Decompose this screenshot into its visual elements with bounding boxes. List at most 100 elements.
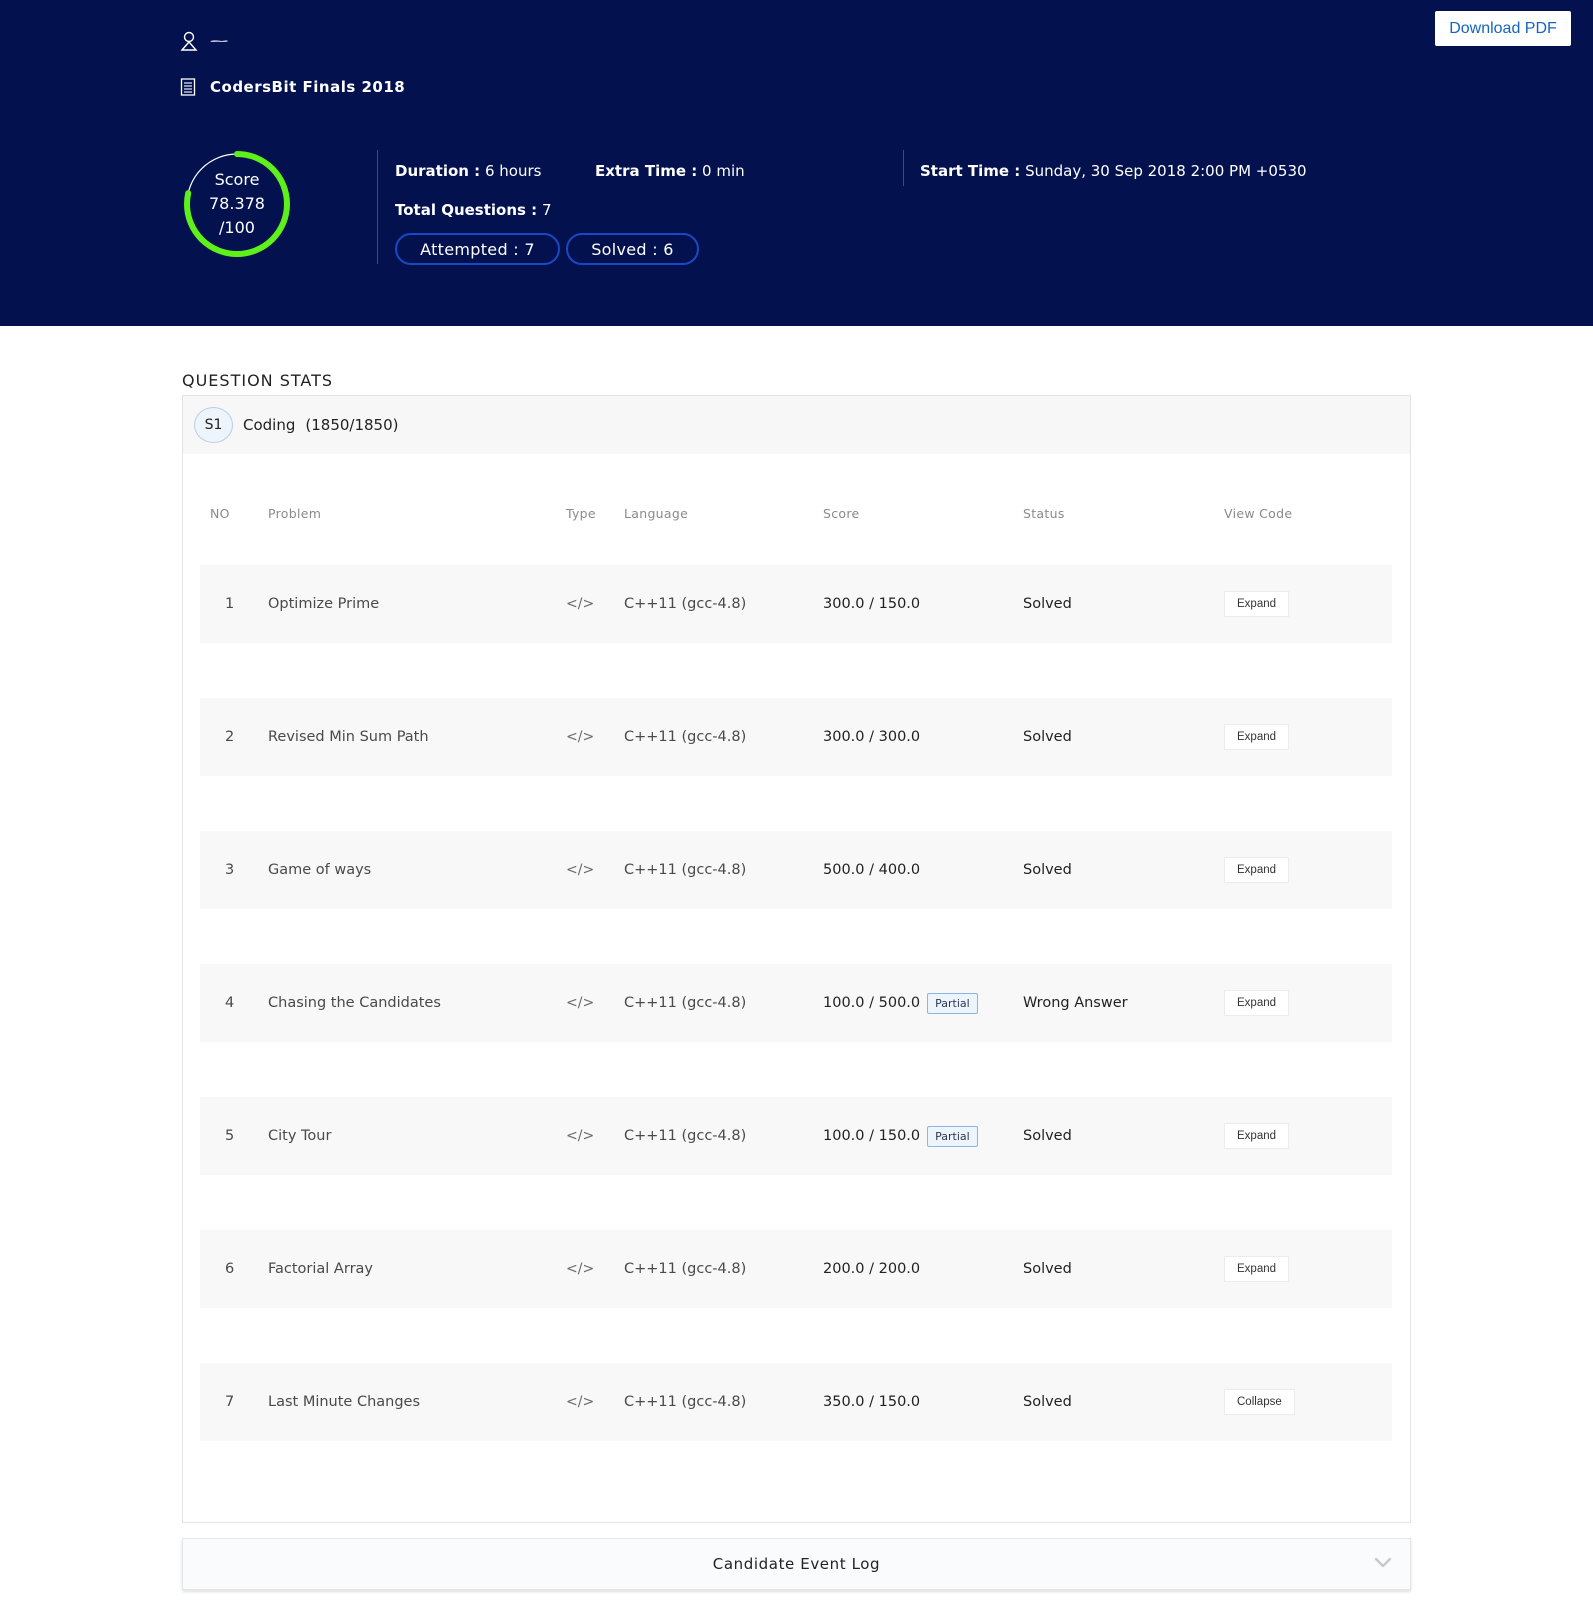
- score-cell: 300.0 / 300.0: [823, 698, 920, 776]
- score-value: 300.0 / 150.0: [823, 596, 921, 612]
- extra-time-label: Extra Time :: [595, 162, 698, 180]
- total-questions-label: Total Questions :: [395, 201, 538, 219]
- problem-name: Revised Min Sum Path: [268, 729, 429, 745]
- row-number: 1: [225, 596, 235, 612]
- language: C++11 (gcc-4.8): [624, 1261, 747, 1277]
- extra-time-stat: Extra Time : 0 min: [595, 162, 745, 180]
- table-row: 1 Optimize Prime </> C++11 (gcc-4.8) 300…: [200, 565, 1392, 643]
- status: Solved: [1023, 1128, 1072, 1144]
- score-value: 200.0 / 200.0: [823, 1261, 921, 1277]
- score-cell: 100.0 / 150.0 Partial: [823, 1097, 978, 1175]
- expand-button[interactable]: Expand: [1224, 857, 1290, 883]
- section-header[interactable]: S1 Coding (1850/1850): [183, 396, 1410, 454]
- download-pdf-button[interactable]: Download PDF: [1435, 11, 1571, 46]
- row-number: 6: [225, 1261, 235, 1277]
- language: C++11 (gcc-4.8): [624, 1128, 747, 1144]
- expand-button[interactable]: Expand: [1224, 591, 1290, 617]
- candidate-event-log-toggle[interactable]: Candidate Event Log: [182, 1538, 1411, 1590]
- language: C++11 (gcc-4.8): [624, 596, 747, 612]
- code-icon: </>: [566, 995, 595, 1011]
- test-name: CodersBit Finals 2018: [210, 78, 406, 96]
- start-time-divider: [903, 150, 904, 186]
- status: Solved: [1023, 1394, 1072, 1410]
- score-label: Score: [214, 170, 260, 189]
- score-cell: 350.0 / 150.0: [823, 1363, 920, 1441]
- expand-button[interactable]: Expand: [1224, 724, 1290, 750]
- column-header-language: Language: [624, 506, 689, 521]
- score-max: /100: [219, 218, 255, 237]
- score-cell: 500.0 / 400.0: [823, 831, 920, 909]
- duration-label: Duration :: [395, 162, 481, 180]
- solved-pill: Solved : 6: [566, 233, 699, 265]
- section-badge: S1: [194, 407, 233, 443]
- code-icon: </>: [566, 1394, 595, 1410]
- problem-name: Factorial Array: [268, 1261, 373, 1277]
- language: C++11 (gcc-4.8): [624, 995, 747, 1011]
- start-time-label: Start Time :: [920, 162, 1021, 180]
- partial-badge: Partial: [927, 992, 978, 1014]
- expand-button[interactable]: Expand: [1224, 990, 1290, 1016]
- column-header-problem: Problem: [268, 506, 322, 521]
- row-number: 5: [225, 1128, 235, 1144]
- document-icon: [180, 78, 196, 96]
- chevron-down-icon: [1374, 1557, 1392, 1568]
- row-number: 7: [225, 1394, 235, 1410]
- column-header-view-code: View Code: [1224, 506, 1293, 521]
- table-row: 6 Factorial Array </> C++11 (gcc-4.8) 20…: [200, 1230, 1392, 1308]
- table-row: 5 City Tour </> C++11 (gcc-4.8) 100.0 / …: [200, 1097, 1392, 1175]
- expand-button[interactable]: Expand: [1224, 1123, 1290, 1149]
- section-title: Coding: [243, 416, 296, 434]
- table-row: 3 Game of ways </> C++11 (gcc-4.8) 500.0…: [200, 831, 1392, 909]
- status: Wrong Answer: [1023, 995, 1128, 1011]
- table-row: 7 Last Minute Changes </> C++11 (gcc-4.8…: [200, 1363, 1392, 1441]
- column-header-no: NO: [210, 506, 230, 521]
- score-cell: 300.0 / 150.0: [823, 565, 920, 643]
- table-row: 2 Revised Min Sum Path </> C++11 (gcc-4.…: [200, 698, 1392, 776]
- problem-name: Last Minute Changes: [268, 1394, 421, 1410]
- row-number: 3: [225, 862, 235, 878]
- duration-stat: Duration : 6 hours: [395, 162, 541, 180]
- duration-value: 6 hours: [484, 162, 542, 180]
- status: Solved: [1023, 862, 1072, 878]
- problem-name: Optimize Prime: [268, 596, 380, 612]
- code-icon: </>: [566, 1128, 595, 1144]
- language: C++11 (gcc-4.8): [624, 729, 747, 745]
- score-cell: 200.0 / 200.0: [823, 1230, 920, 1308]
- score-value: 300.0 / 300.0: [823, 729, 921, 745]
- collapse-button[interactable]: Collapse: [1224, 1389, 1295, 1415]
- code-icon: </>: [566, 729, 595, 745]
- problem-name: Game of ways: [268, 862, 372, 878]
- code-icon: </>: [566, 1261, 595, 1277]
- score-value: 350.0 / 150.0: [823, 1394, 921, 1410]
- score-value: 500.0 / 400.0: [823, 862, 921, 878]
- question-stats-title: QUESTION STATS: [182, 371, 334, 390]
- status: Solved: [1023, 729, 1072, 745]
- extra-time-value: 0 min: [702, 162, 745, 180]
- total-questions-value: 7: [541, 201, 552, 219]
- status: Solved: [1023, 596, 1072, 612]
- score-ring: Score 78.378 /100: [183, 150, 291, 258]
- total-questions-stat: Total Questions : 7: [395, 201, 552, 219]
- stats-divider: [377, 150, 378, 264]
- event-log-label: Candidate Event Log: [712, 1555, 881, 1573]
- problem-name: Chasing the Candidates: [268, 995, 441, 1011]
- status: Solved: [1023, 1261, 1072, 1277]
- expand-button[interactable]: Expand: [1224, 1256, 1290, 1282]
- start-time-value: Sunday, 30 Sep 2018 2:00 PM +0530: [1025, 162, 1307, 180]
- score-cell: 100.0 / 500.0 Partial: [823, 964, 978, 1042]
- user-icon: [180, 31, 198, 51]
- score-value: 100.0 / 500.0: [823, 995, 921, 1011]
- candidate-row: [180, 26, 228, 56]
- attempted-pill: Attempted : 7: [395, 233, 560, 265]
- report-header: Download PDF CodersBit Finals 2018 Score…: [0, 0, 1593, 326]
- language: C++11 (gcc-4.8): [624, 862, 747, 878]
- start-time-stat: Start Time : Sunday, 30 Sep 2018 2:00 PM…: [920, 162, 1307, 180]
- question-stats-panel: S1 Coding (1850/1850) NO Problem Type La…: [182, 395, 1411, 1523]
- column-header-status: Status: [1023, 506, 1065, 521]
- row-number: 2: [225, 729, 235, 745]
- language: C++11 (gcc-4.8): [624, 1394, 747, 1410]
- code-icon: </>: [566, 596, 595, 612]
- column-header-score: Score: [823, 506, 860, 521]
- redacted-email: [210, 40, 228, 42]
- column-header-type: Type: [566, 506, 596, 521]
